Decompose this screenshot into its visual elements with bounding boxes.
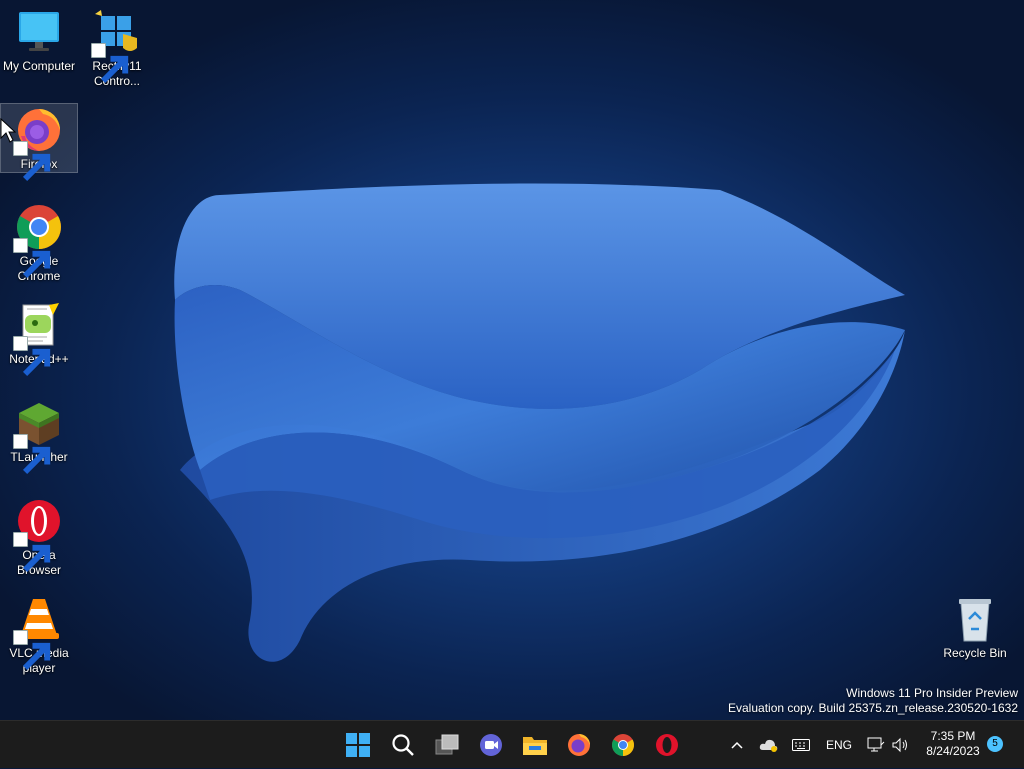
touch-keyboard-button[interactable] — [789, 721, 813, 769]
opera-icon — [13, 497, 63, 573]
language-label: ENG — [825, 738, 852, 752]
language-indicator[interactable]: ENG — [822, 721, 856, 769]
shortcut-arrow-icon — [13, 238, 51, 279]
shortcut-arrow-icon — [13, 630, 51, 671]
firefox-icon — [13, 106, 63, 182]
task-view-icon — [435, 734, 459, 755]
start-icon — [346, 733, 370, 757]
chat-icon — [480, 734, 502, 756]
shortcut-arrow-icon — [13, 532, 51, 573]
desktop-icon-notepadpp[interactable]: Notepad++ — [1, 301, 77, 377]
tlauncher-icon — [13, 399, 63, 475]
chat-button[interactable] — [473, 727, 509, 763]
desktop-icon-google-chrome[interactable]: Google Chrome — [1, 203, 77, 284]
task-view-button[interactable] — [429, 727, 465, 763]
taskbar-firefox-button[interactable] — [561, 727, 597, 763]
show-hidden-icons-button[interactable] — [726, 721, 748, 769]
desktop-icon-tlauncher[interactable]: TLauncher — [1, 399, 77, 475]
file-explorer-icon — [523, 737, 547, 755]
network-button[interactable] — [865, 721, 887, 769]
desktop-icon-label: Recycle Bin — [943, 646, 1007, 660]
chrome-icon — [13, 203, 63, 279]
desktop-icon-recycle-bin[interactable]: Recycle Bin — [937, 595, 1013, 661]
recycle-bin-icon — [951, 595, 999, 643]
chrome-icon — [612, 734, 634, 756]
opera-icon — [656, 734, 678, 756]
onedrive-button[interactable] — [757, 721, 781, 769]
watermark-line-1: Windows 11 Pro Insider Preview — [846, 686, 1018, 700]
onedrive-warning-icon — [759, 739, 778, 752]
firefox-icon — [568, 734, 590, 756]
monitor-icon — [15, 8, 63, 56]
search-button[interactable] — [385, 727, 421, 763]
desktop-icon-opera-browser[interactable]: Opera Browser — [1, 497, 77, 578]
search-icon — [392, 734, 414, 756]
chevron-up-icon — [731, 741, 743, 749]
taskbar-opera-button[interactable] — [649, 727, 685, 763]
control-panel-icon — [91, 8, 141, 84]
desktop-icon-vlc-media-player[interactable]: VLC media player — [1, 595, 77, 676]
clock-date: 8/24/2023 — [926, 744, 980, 758]
wallpaper-bloom — [174, 183, 906, 662]
start-button[interactable] — [340, 727, 376, 763]
shortcut-arrow-icon — [91, 43, 129, 84]
taskbar: ENG 7:35 PM 8/24/2023 — [0, 720, 1024, 768]
desktop-icon-rectify11-control[interactable]: Rectify11 Contro... — [79, 8, 155, 89]
watermark-line-2: Evaluation copy. Build 25375.zn_release.… — [728, 701, 1018, 715]
notification-badge[interactable]: 5 — [987, 736, 1003, 752]
shortcut-arrow-icon — [13, 434, 51, 475]
desktop-icon-my-computer[interactable]: My Computer — [1, 8, 77, 74]
volume-icon — [892, 737, 907, 753]
volume-button[interactable] — [889, 721, 911, 769]
shortcut-arrow-icon — [13, 336, 51, 377]
desktop[interactable]: My Computer Rectify11 Contro... Firefox … — [0, 0, 1024, 720]
network-icon — [867, 737, 885, 752]
taskbar-chrome-button[interactable] — [605, 727, 641, 763]
notepadpp-icon — [13, 301, 63, 377]
mouse-cursor-icon — [0, 118, 16, 143]
vlc-icon — [13, 595, 63, 671]
clock[interactable]: 7:35 PM 8/24/2023 — [918, 729, 988, 759]
windows-watermark: Windows 11 Pro Insider Preview Evaluatio… — [728, 686, 1018, 716]
desktop-icon-label: My Computer — [2, 59, 76, 73]
file-explorer-button[interactable] — [517, 727, 553, 763]
clock-time: 7:35 PM — [930, 729, 976, 743]
keyboard-icon — [792, 739, 810, 751]
